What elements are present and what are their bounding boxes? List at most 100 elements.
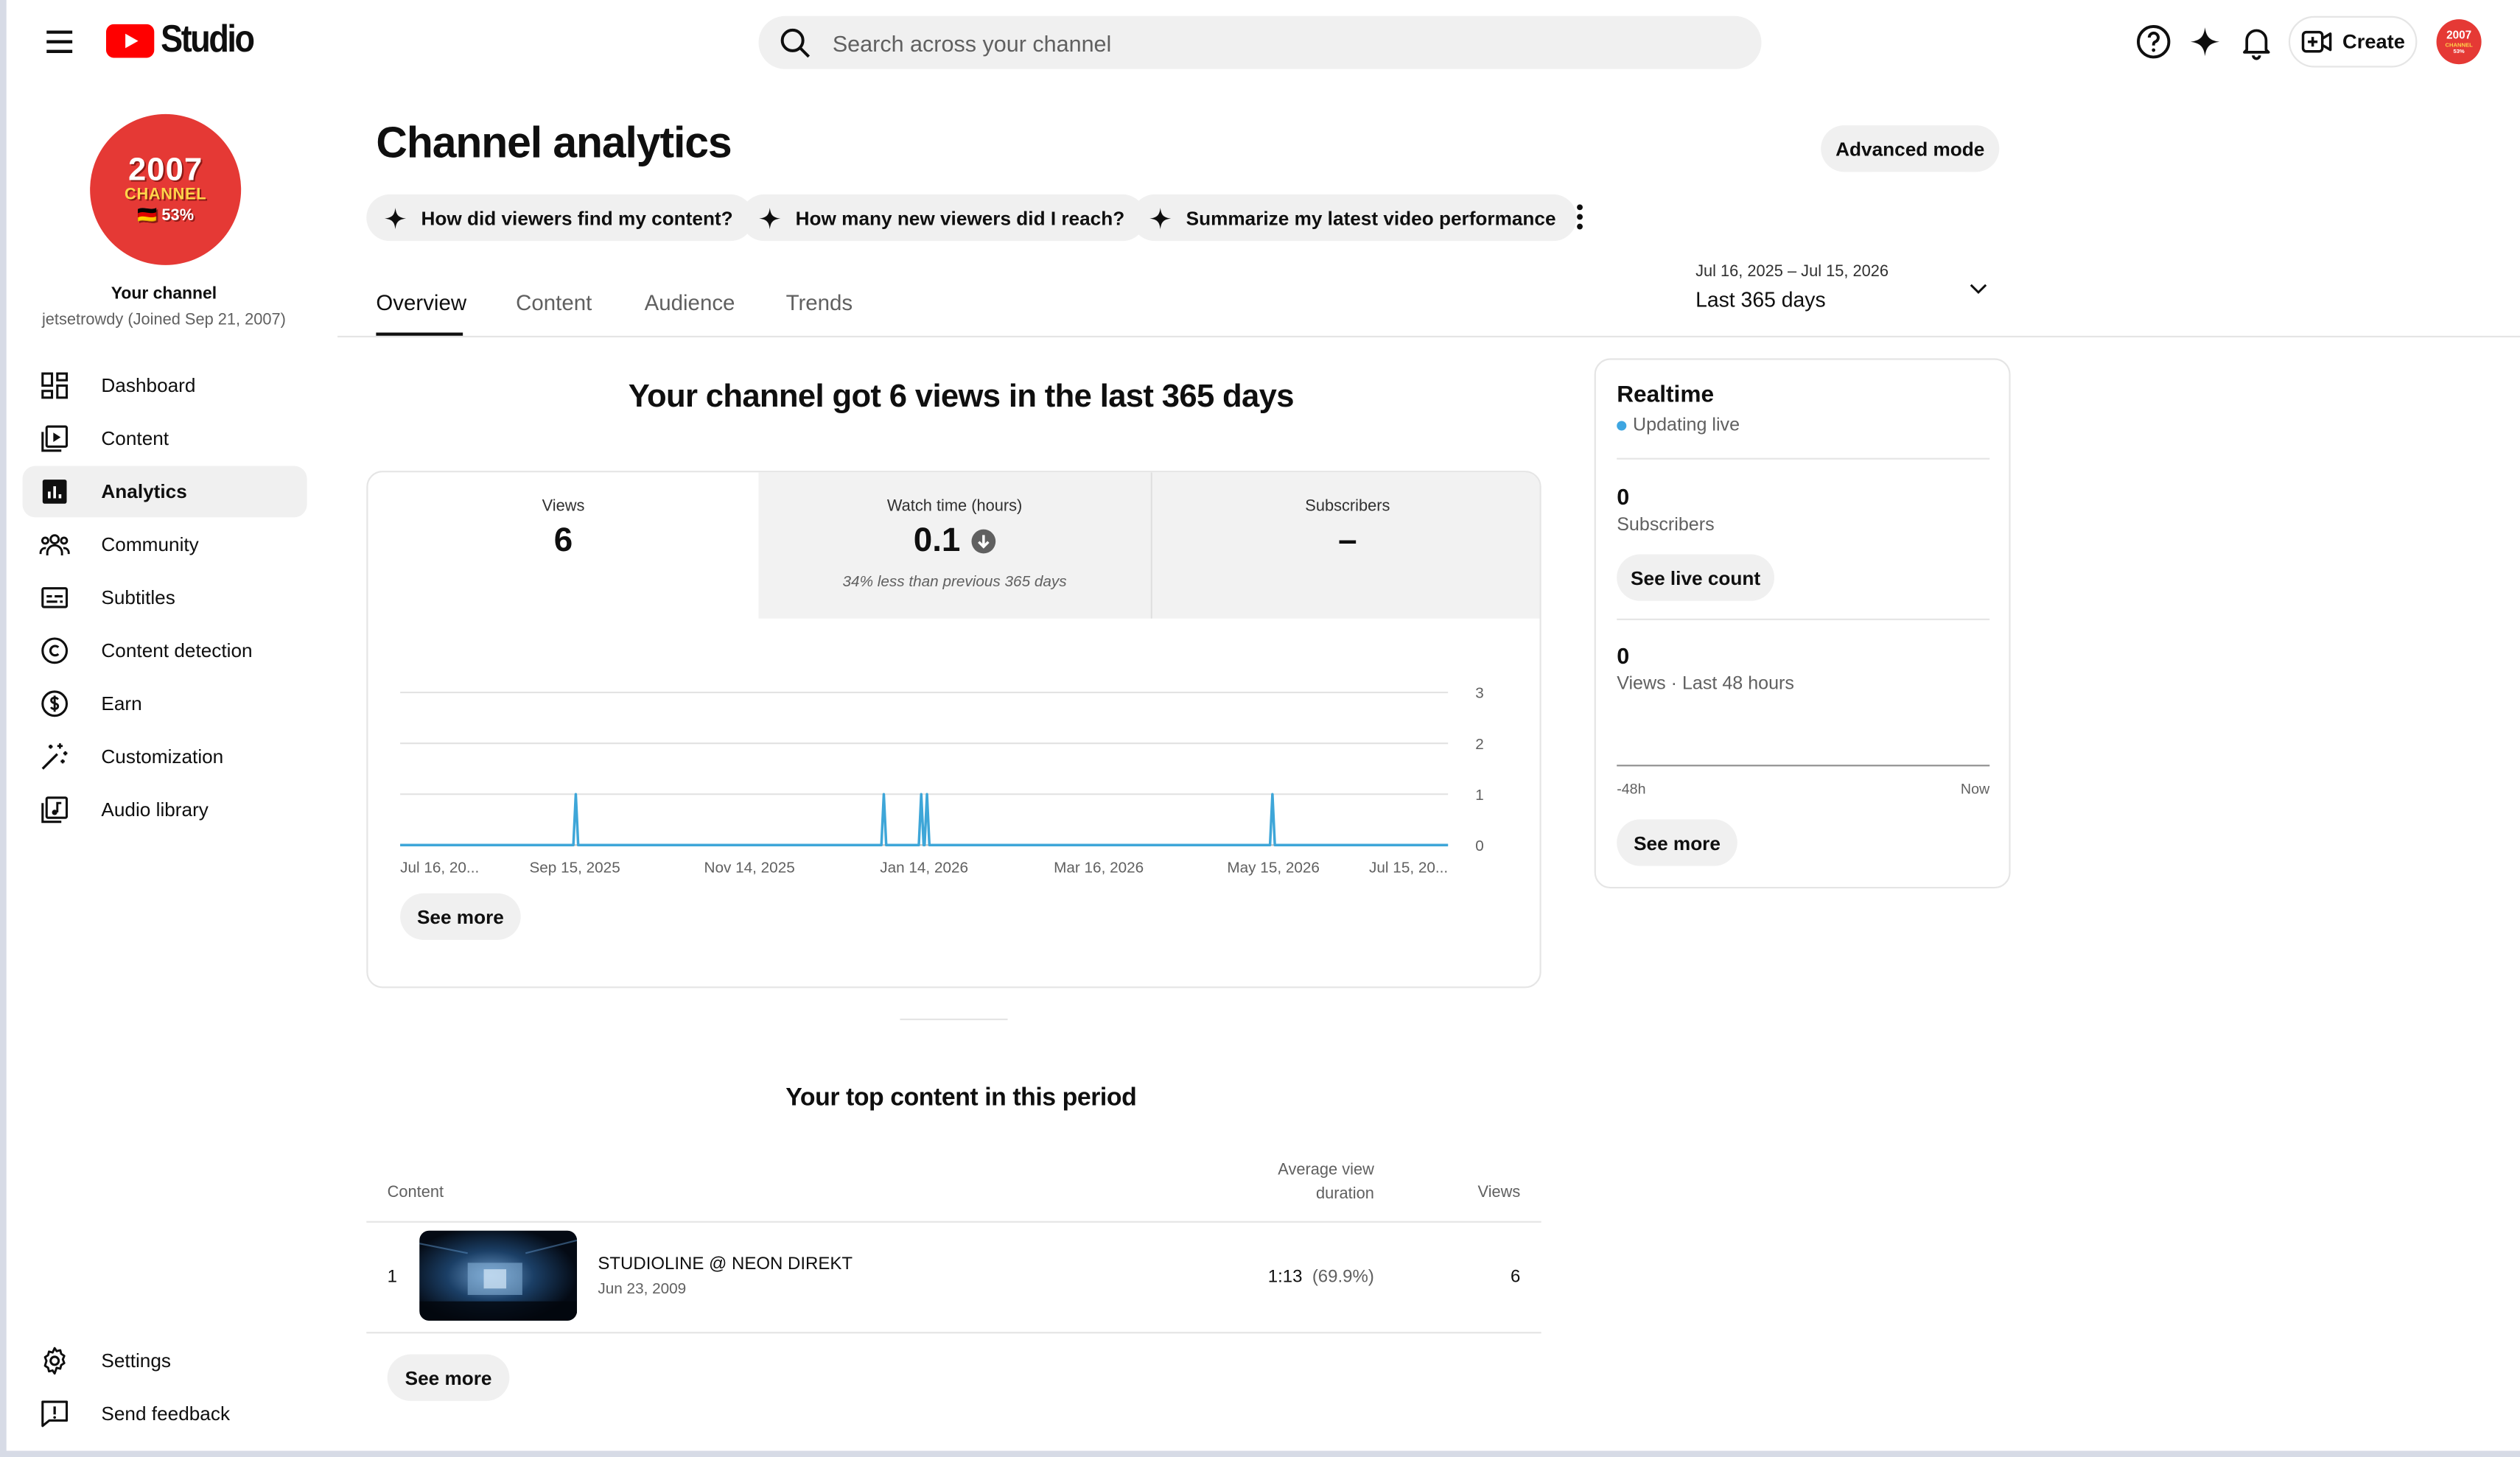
metric-views[interactable]: Views 6 (368, 472, 758, 618)
row-video-title: STUDIOLINE @ NEON DIREKT (598, 1254, 853, 1274)
help-icon[interactable] (2135, 23, 2173, 61)
date-range-label: Last 365 days (1695, 287, 1826, 312)
metric-subscribers[interactable]: Subscribers – (1152, 472, 1540, 619)
advanced-mode-button[interactable]: Advanced mode (1821, 125, 2000, 172)
sidebar-item-label: Send feedback (101, 1402, 231, 1425)
sidebar-item-label: Community (101, 533, 199, 556)
sidebar-item-content[interactable]: Content (23, 413, 307, 465)
sidebar-item-label: Subtitles (101, 586, 175, 609)
studio-logo[interactable]: Studio (105, 17, 268, 61)
sidebar-item-label: Content (101, 427, 169, 450)
sidebar-item-community[interactable]: Community (23, 519, 307, 571)
top-content-title: Your top content in this period (785, 1084, 1137, 1112)
realtime-see-more-button[interactable]: See more (1617, 819, 1737, 866)
sparkle-icon (1149, 207, 1172, 229)
x-tick-label: Nov 14, 2025 (704, 859, 794, 876)
realtime-chart-axis (1617, 765, 1990, 767)
y-tick-label: 3 (1475, 685, 1484, 702)
realtime-views-value: 0 (1617, 642, 1630, 669)
sidebar-item-settings[interactable]: Settings (23, 1335, 307, 1387)
x-tick-label: Jan 14, 2026 (880, 859, 968, 876)
avatar-line-2: CHANNEL (2445, 41, 2473, 48)
row-rank: 1 (387, 1267, 398, 1288)
realtime-title: Realtime (1617, 382, 1715, 409)
gear-icon (43, 1347, 66, 1375)
x-tick-label: Jul 16, 20... (400, 859, 479, 876)
column-header-views: Views (1477, 1184, 1521, 1202)
feedback-icon (41, 1400, 69, 1428)
sidebar-item-label: Earn (101, 692, 142, 715)
community-icon (39, 534, 70, 555)
notifications-bell-icon[interactable] (2237, 23, 2275, 61)
video-thumbnail[interactable] (419, 1230, 578, 1321)
channel-avatar-line-3: 🇩🇪 53% (137, 207, 195, 225)
search-input[interactable] (832, 29, 1701, 56)
date-range-dates: Jul 16, 2025 – Jul 15, 2026 (1695, 263, 1889, 281)
metric-value: 6 (553, 522, 573, 560)
sidebar-item-label: Audio library (101, 798, 209, 821)
tab-overview[interactable]: Overview (376, 291, 466, 315)
page-title: Channel analytics (376, 119, 732, 167)
metric-watch-time[interactable]: Watch time (hours) 0.1 34% less than pre… (758, 472, 1151, 619)
table-row-divider (366, 1332, 1541, 1334)
column-header-avg-line-1: Average view (1278, 1161, 1374, 1179)
audio-library-icon (41, 796, 69, 824)
sidebar-item-audio-library[interactable]: Audio library (23, 784, 307, 835)
sidebar-item-subtitles[interactable]: Subtitles (23, 572, 307, 623)
sidebar-item-label: Content detection (101, 639, 253, 662)
x-tick-label: May 15, 2026 (1227, 859, 1320, 876)
chart-see-more-button[interactable]: See more (400, 893, 521, 940)
sidebar-item-content-detection[interactable]: Content detection (23, 625, 307, 676)
sparkle-icon (759, 207, 781, 229)
top-content-see-more-button[interactable]: See more (387, 1354, 510, 1401)
more-options-icon[interactable] (1565, 199, 1594, 234)
sidebar-item-customization[interactable]: Customization (23, 731, 307, 782)
content-icon (41, 425, 69, 452)
date-range-picker[interactable]: Jul 16, 2025 – Jul 15, 2026 Last 365 day… (1695, 264, 2001, 318)
sidebar-item-label: Dashboard (101, 374, 196, 397)
metric-value: – (1338, 522, 1357, 560)
sidebar-item-send-feedback[interactable]: Send feedback (23, 1388, 307, 1439)
overview-stats-card: Views 6 Watch time (hours) 0.1 34% less … (366, 471, 1541, 989)
live-status-label: Updating live (1633, 415, 1740, 436)
sparkle-ai-icon[interactable] (2185, 23, 2224, 61)
menu-icon[interactable] (41, 23, 79, 61)
search-icon (780, 27, 811, 57)
realtime-divider (1617, 457, 1990, 460)
metric-label: Watch time (hours) (886, 498, 1023, 516)
tab-trends[interactable]: Trends (786, 291, 853, 315)
create-button[interactable]: Create (2288, 15, 2418, 68)
avatar-line-1: 2007 (2446, 29, 2472, 41)
suggestion-chip-new-viewers[interactable]: How many new viewers did I reach? (741, 194, 1146, 242)
y-tick-label: 0 (1475, 838, 1484, 854)
realtime-card: Realtime Updating live 0 Subscribers See… (1594, 358, 2011, 889)
studio-window: Studio Create 2007 CHANNEL 53% 2007 CHAN… (6, 0, 2520, 1451)
account-avatar[interactable]: 2007 CHANNEL 53% (2436, 19, 2482, 65)
views-chart-svg: 0 1 2 3 Jul 16, 20... Sep 15, 2025 Nov 14, 202… (400, 685, 1484, 876)
youtube-logo-icon (105, 23, 155, 57)
logo-text: Studio (161, 17, 255, 61)
x-tick-label: Jul 15, 20... (1369, 859, 1448, 876)
dollar-icon (41, 690, 69, 717)
channel-avatar[interactable]: 2007 CHANNEL 🇩🇪 53% (90, 113, 242, 265)
x-tick-label: Mar 16, 2026 (1054, 859, 1144, 876)
chip-label: Summarize my latest video performance (1186, 206, 1556, 229)
tab-content[interactable]: Content (516, 291, 592, 315)
row-views: 6 (1510, 1267, 1521, 1288)
copyright-icon (41, 637, 69, 664)
suggestion-chip-viewers-find[interactable]: How did viewers find my content? (366, 194, 755, 242)
sidebar-item-analytics[interactable]: Analytics (22, 466, 307, 518)
search-bar[interactable] (758, 15, 1762, 69)
section-divider (900, 1018, 1008, 1021)
sidebar-item-label: Customization (101, 745, 224, 768)
sidebar-item-label: Analytics (101, 480, 187, 503)
metric-label: Views (542, 498, 585, 516)
tab-audience[interactable]: Audience (645, 291, 735, 315)
suggestion-chip-summarize[interactable]: Summarize my latest video performance (1131, 194, 1577, 242)
sidebar-item-earn[interactable]: Earn (23, 678, 307, 729)
realtime-views-label: Views · Last 48 hours (1617, 675, 1794, 695)
see-live-count-button[interactable]: See live count (1617, 554, 1774, 601)
sidebar-item-dashboard[interactable]: Dashboard (23, 360, 307, 412)
analytics-icon (42, 480, 67, 504)
views-headline: Your channel got 6 views in the last 365… (628, 379, 1295, 415)
